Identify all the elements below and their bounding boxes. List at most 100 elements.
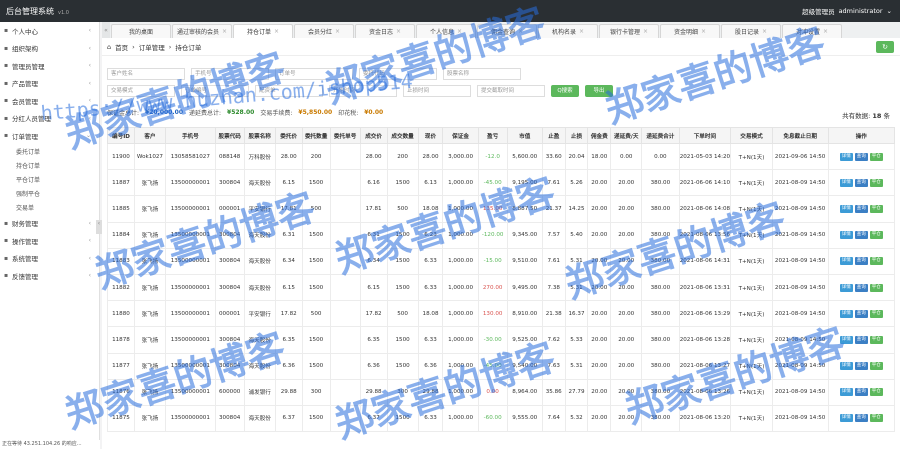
detail-button[interactable]: 详情 [839,388,853,397]
sidebar-item[interactable]: ▪ 反馈管理 ‹ [0,267,99,285]
column-header[interactable]: 编号ID [107,127,135,144]
tab[interactable]: 银行卡管理 × [599,24,659,38]
tab[interactable]: 个人信息 × [416,24,476,38]
tab[interactable]: 通过审核的会员 × [172,24,232,38]
detail-button[interactable]: 详情 [839,257,853,266]
column-header[interactable]: 递延费/天 [610,127,643,144]
column-header[interactable]: 股票代码 [214,127,245,144]
tab-scroll-left-icon[interactable]: « [102,22,110,38]
column-header[interactable]: 委托价 [274,127,303,144]
tab[interactable]: 持仓订单 × [233,24,293,38]
column-header[interactable]: 市值 [506,127,543,144]
column-header[interactable]: 客户 [133,127,166,144]
detail-button[interactable]: 详情 [839,335,853,344]
sidebar-item[interactable]: ▪ 财务管理 ‹ [0,215,99,233]
close-position-button[interactable]: 平仓 [869,152,883,161]
column-header[interactable]: 股票名称 [243,127,276,144]
breadcrumb-home[interactable]: 首页 [115,42,128,52]
tab[interactable]: 我的桌面 [111,24,171,38]
sidebar-item[interactable]: ▪ 个人中心 ‹ [0,22,99,40]
close-position-button[interactable]: 平仓 [869,204,883,213]
column-header[interactable]: 保证金 [442,127,479,144]
search-button[interactable]: Q搜索 [551,85,579,97]
query-button[interactable]: 查询 [854,204,868,213]
close-icon[interactable]: × [579,28,584,35]
filter-input[interactable]: 客户姓名 [107,68,185,80]
column-header[interactable]: 止损 [564,127,589,144]
column-header[interactable]: 成交价 [359,127,388,144]
column-header[interactable]: 手机号 [164,127,216,144]
close-icon[interactable]: × [701,28,706,35]
close-icon[interactable]: × [335,28,340,35]
refresh-button[interactable]: ↻ [876,41,894,53]
query-button[interactable]: 查询 [854,231,868,240]
tab[interactable]: 机构名录 × [538,24,598,38]
filter-input[interactable]: 提交截取时间 [477,85,545,97]
close-icon[interactable]: × [643,28,648,35]
close-icon[interactable]: × [396,28,401,35]
close-position-button[interactable]: 平仓 [869,309,883,318]
sidebar-subitem[interactable]: 交易单 [0,201,99,215]
close-icon[interactable]: × [222,28,227,35]
close-icon[interactable]: × [274,28,279,35]
tab[interactable]: 对冲设置 × [782,24,842,38]
export-button[interactable]: 导出 [585,85,613,97]
column-header[interactable]: 佣金费 [587,127,612,144]
column-header[interactable]: 止盈 [541,127,566,144]
close-position-button[interactable]: 平仓 [869,414,883,423]
column-header[interactable]: 交易模式 [730,127,773,144]
user-menu[interactable]: 超级管理员 administrator ⌄ [802,6,900,16]
detail-button[interactable]: 详情 [839,152,853,161]
detail-button[interactable]: 详情 [839,309,853,318]
column-header[interactable]: 盈亏 [477,127,508,144]
column-header[interactable]: 下单时间 [678,127,732,144]
sidebar-item[interactable]: ▪ 管理员管理 ‹ [0,57,99,75]
column-header[interactable]: 免息截止日期 [771,127,829,144]
detail-button[interactable]: 详情 [839,178,853,187]
sidebar-item[interactable]: ▪ 订单管理 ⌄ [0,127,99,145]
sidebar-item[interactable]: ▪ 产品管理 ‹ [0,75,99,93]
query-button[interactable]: 查询 [854,178,868,187]
column-header[interactable]: 委托数量 [301,127,331,144]
detail-button[interactable]: 详情 [839,362,853,371]
detail-button[interactable]: 详情 [839,414,853,423]
detail-button[interactable]: 详情 [839,283,853,292]
sidebar-item[interactable]: ▪ 组织架构 ‹ [0,40,99,58]
sidebar-item[interactable]: ▪ 操作管理 ‹ [0,232,99,250]
sidebar-subitem[interactable]: 强制平仓 [0,187,99,201]
column-header[interactable]: 成交数量 [386,127,419,144]
close-position-button[interactable]: 平仓 [869,231,883,240]
close-icon[interactable]: × [823,28,828,35]
close-position-button[interactable]: 平仓 [869,283,883,292]
filter-input[interactable]: 股票名称 [443,68,521,80]
sidebar-item[interactable]: ▪ 系统管理 ‹ [0,250,99,268]
close-position-button[interactable]: 平仓 [869,362,883,371]
close-icon[interactable]: × [518,28,523,35]
query-button[interactable]: 查询 [854,309,868,318]
sidebar-subitem[interactable]: 持仓订单 [0,159,99,173]
detail-button[interactable]: 详情 [839,231,853,240]
column-header[interactable]: 操作 [827,127,896,144]
breadcrumb-section[interactable]: 订单管理 [139,42,165,52]
column-header[interactable]: 递延费合计 [641,127,680,144]
query-button[interactable]: 查询 [854,335,868,344]
query-button[interactable]: 查询 [854,388,868,397]
close-icon[interactable]: × [762,28,767,35]
query-button[interactable]: 查询 [854,257,868,266]
close-position-button[interactable]: 平仓 [869,388,883,397]
tab[interactable]: 佣金查询 × [477,24,537,38]
tab[interactable]: 股日记录 × [721,24,781,38]
tab[interactable]: 资金明细 × [660,24,720,38]
column-header[interactable]: 委托单号 [329,127,361,144]
filter-input[interactable]: 手机号 [191,68,269,80]
close-position-button[interactable]: 平仓 [869,178,883,187]
tab[interactable]: 资金日志 × [355,24,415,38]
query-button[interactable]: 查询 [854,152,868,161]
sidebar-subitem[interactable]: 平仓订单 [0,173,99,187]
tab[interactable]: 会员分红 × [294,24,354,38]
query-button[interactable]: 查询 [854,414,868,423]
detail-button[interactable]: 详情 [839,204,853,213]
column-header[interactable]: 现价 [417,127,444,144]
close-position-button[interactable]: 平仓 [869,335,883,344]
close-position-button[interactable]: 平仓 [869,257,883,266]
